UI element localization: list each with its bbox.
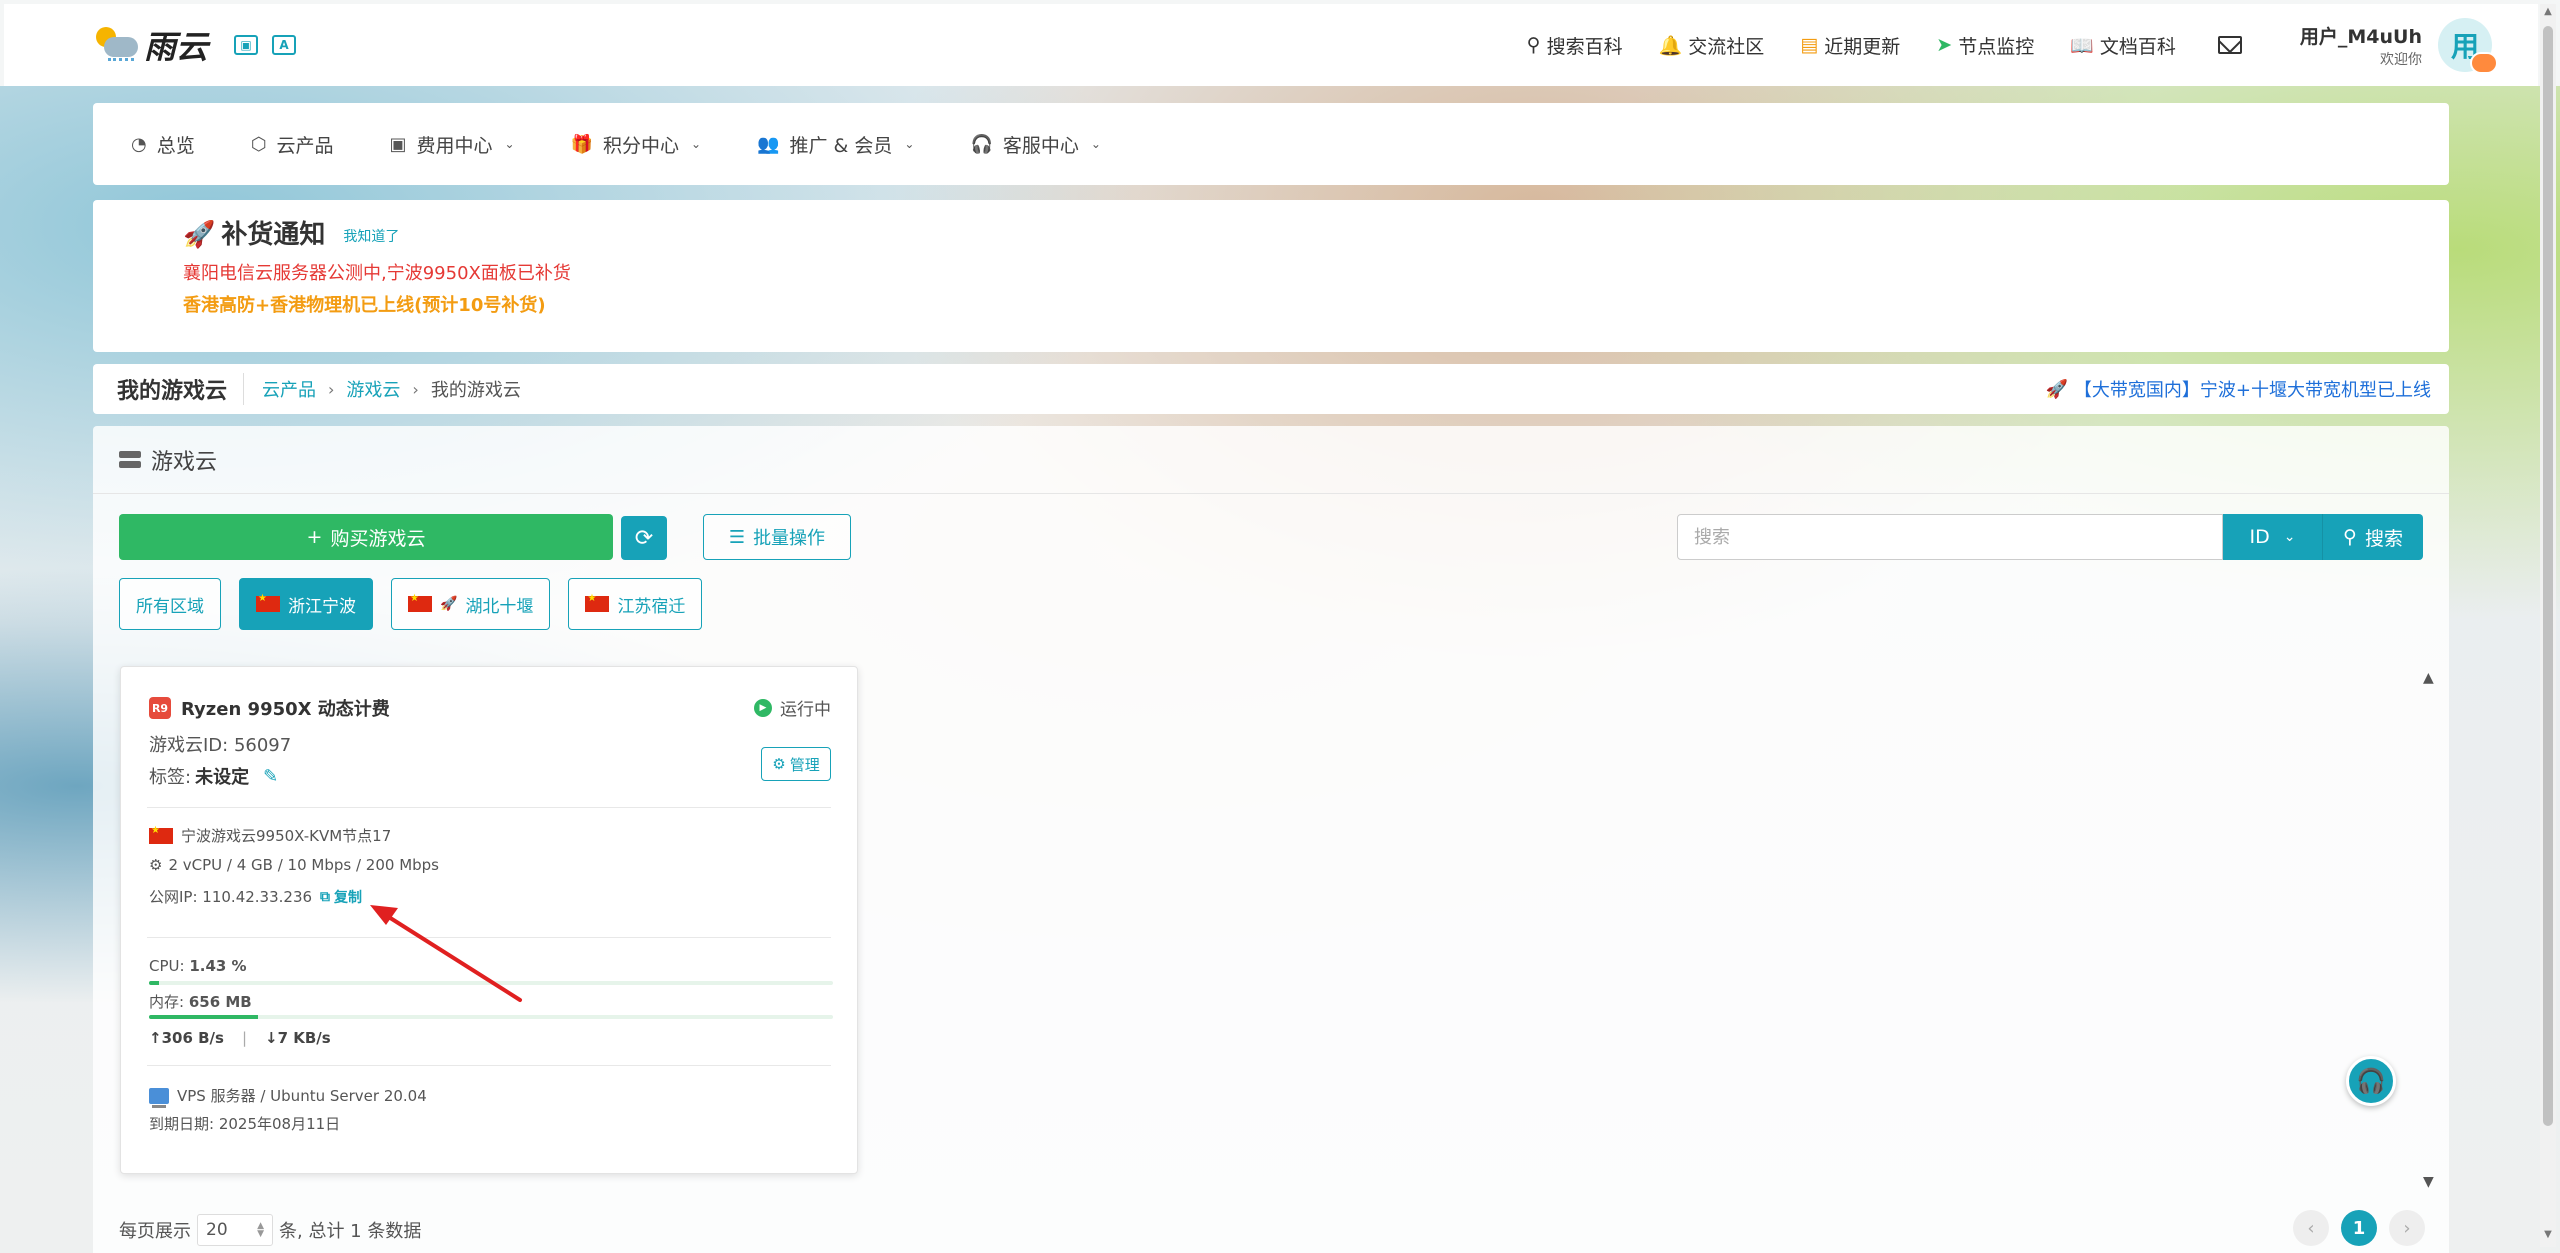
customer-support-button[interactable]: 🎧 bbox=[2346, 1056, 2396, 1106]
red-annotation-arrow bbox=[370, 905, 522, 1002]
headset-icon: 🎧 bbox=[2356, 1067, 2386, 1095]
page-scrollbar[interactable]: ▲ ▼ bbox=[2540, 4, 2556, 1247]
